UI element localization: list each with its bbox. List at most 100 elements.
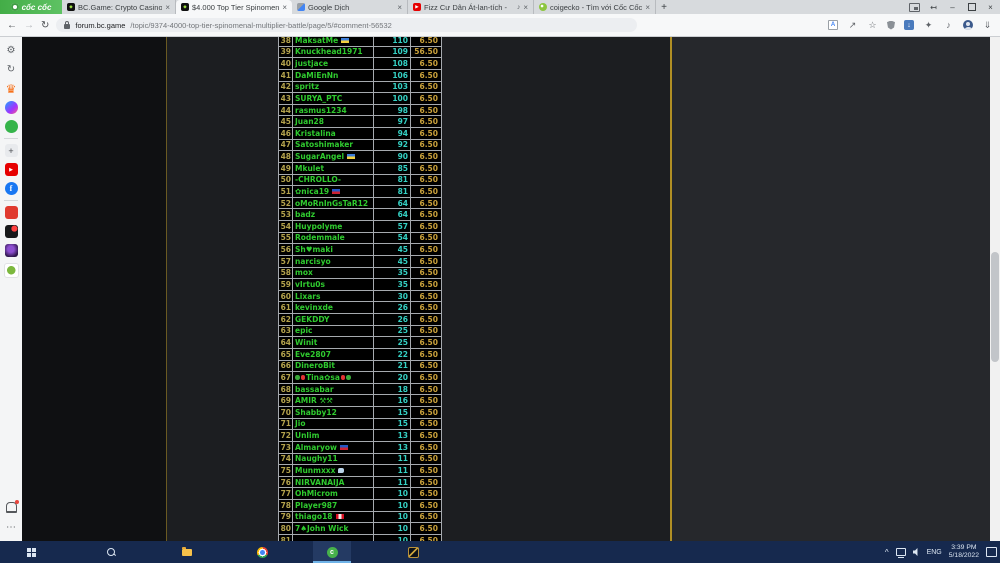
multiplier-cell: 6.50: [411, 244, 441, 255]
rank-cell: 45: [279, 116, 293, 127]
score-cell: 11: [374, 454, 411, 465]
rank-cell: 68: [279, 384, 293, 395]
adblock-shield-icon[interactable]: [887, 21, 895, 30]
table-row: 77OhMicrom106.50: [278, 488, 442, 500]
chrome-icon[interactable]: [243, 541, 281, 563]
crown-icon[interactable]: ♛: [5, 82, 18, 95]
share-icon[interactable]: ↗: [847, 20, 858, 31]
username-text: DineroBit: [295, 361, 335, 370]
extensions-icon[interactable]: ✦: [923, 20, 934, 31]
music-note-icon[interactable]: ♪: [943, 20, 954, 31]
tab-close-icon[interactable]: ×: [282, 3, 287, 12]
score-cell: 11: [374, 465, 411, 476]
multiplier-cell: 6.50: [411, 349, 441, 360]
tab-bcgame-home[interactable]: ◆ BC.Game: Crypto Casino Gam ×: [62, 0, 176, 14]
username-text: Shabby12: [295, 408, 337, 417]
network-icon[interactable]: [896, 548, 906, 556]
score-cell: 106: [374, 70, 411, 81]
app-purple-icon[interactable]: [5, 244, 18, 257]
pip-icon[interactable]: [905, 0, 924, 14]
rank-cell: 56: [279, 244, 293, 255]
username-cell: Winit: [293, 337, 374, 348]
settings-icon[interactable]: ⚙: [5, 44, 18, 57]
rank-cell: 73: [279, 442, 293, 453]
url-path: /topic/9374-4000-top-tier-spinomenal-mul…: [130, 21, 391, 30]
tab-youtube-fizz[interactable]: ▶ Fizz Cư Dân Át-lan-tích - ♪ ×: [408, 0, 534, 14]
games-icon[interactable]: [5, 120, 18, 133]
username-cell: Player987: [293, 500, 374, 511]
file-explorer-icon[interactable]: [168, 541, 206, 563]
history-icon[interactable]: ↻: [5, 63, 18, 76]
username-cell: MaksatMe: [293, 37, 374, 46]
tab-coingecko-search[interactable]: coigecko - Tìm với Cốc Cốc ×: [534, 0, 656, 14]
taskbar-search-icon[interactable]: [92, 541, 130, 563]
speaker-icon[interactable]: [913, 548, 920, 556]
reopen-tab-icon[interactable]: ↤: [924, 0, 943, 14]
action-center-icon[interactable]: [986, 547, 997, 557]
lol-icon[interactable]: [394, 541, 432, 563]
score-cell: 26: [374, 314, 411, 325]
facebook-icon[interactable]: f: [5, 182, 18, 195]
table-row: 56Sh♥maki456.50: [278, 244, 442, 256]
tab-close-icon[interactable]: ×: [645, 3, 650, 12]
address-bar[interactable]: forum.bc.game/topic/9374-4000-top-tier-s…: [56, 18, 637, 32]
back-button[interactable]: ←: [7, 20, 17, 31]
rank-cell: 63: [279, 326, 293, 337]
tab-close-icon[interactable]: ×: [523, 3, 528, 12]
username-text: Almaryow: [295, 443, 337, 452]
username-cell: NIRVANAIJA: [293, 477, 374, 488]
tab-close-icon[interactable]: ×: [165, 3, 170, 12]
username-text: epic: [295, 326, 312, 335]
scrollbar[interactable]: [990, 37, 1000, 541]
start-button[interactable]: [12, 541, 50, 563]
downloads-tray-icon[interactable]: ⇓: [982, 20, 993, 31]
bookmark-star-icon[interactable]: ☆: [867, 20, 878, 31]
username-cell: GEKDDY: [293, 314, 374, 325]
username-text: Knuckhead1971: [295, 47, 363, 56]
scrollbar-thumb[interactable]: [991, 252, 999, 362]
maximize-button[interactable]: [962, 0, 981, 14]
close-button[interactable]: ×: [981, 0, 1000, 14]
multiplier-cell: 6.50: [411, 256, 441, 267]
score-cell: 26: [374, 302, 411, 313]
multiplier-cell: 6.50: [411, 384, 441, 395]
table-row: 74Naughy11116.50: [278, 454, 442, 466]
username-cell: -CHROLLO-: [293, 175, 374, 186]
notifications-bell-icon[interactable]: [6, 502, 17, 513]
tab-google-translate[interactable]: Google Dịch ×: [292, 0, 408, 14]
multiplier-cell: 6.50: [411, 291, 441, 302]
youtube-favicon-icon: ▶: [413, 3, 421, 11]
table-row: 72Unlim136.50: [278, 430, 442, 442]
more-icon[interactable]: ⋯: [5, 521, 18, 534]
coccoc-logo[interactable]: cốc cốc: [0, 0, 62, 14]
tab-spinomenal-active[interactable]: ◆ $4.000 Top Tier Spinomenal ×: [176, 0, 292, 14]
table-row: 807♠John Wick106.50: [278, 523, 442, 535]
add-shortcut-icon[interactable]: +: [5, 144, 18, 157]
app-green-icon[interactable]: [4, 263, 19, 278]
score-cell: 110: [374, 37, 411, 46]
profile-avatar-icon[interactable]: [963, 20, 973, 30]
tab-label: coigecko - Tìm với Cốc Cốc: [550, 3, 642, 12]
tray-caret-icon[interactable]: ^: [885, 548, 889, 557]
youtube-icon[interactable]: ▶: [5, 163, 18, 176]
app-black-icon[interactable]: [5, 225, 18, 238]
messenger-icon[interactable]: [5, 101, 18, 114]
taskbar-clock[interactable]: 3:39 PM 5/18/2022: [949, 544, 979, 561]
clock-time: 3:39 PM: [949, 544, 979, 552]
coccoc-icon[interactable]: c: [313, 541, 351, 563]
app-red-icon[interactable]: [5, 206, 18, 219]
download-badge-icon[interactable]: ↓: [904, 20, 914, 30]
table-row: 41DaMiEnNn1066.50: [278, 70, 442, 82]
tab-audio-icon[interactable]: ♪: [517, 4, 521, 11]
minimize-button[interactable]: –: [943, 0, 962, 14]
tab-close-icon[interactable]: ×: [397, 3, 402, 12]
table-row: 54Huypolyme576.50: [278, 221, 442, 233]
language-indicator[interactable]: ENG: [927, 549, 942, 556]
score-cell: 16: [374, 395, 411, 406]
new-tab-button[interactable]: +: [656, 0, 672, 14]
taskbar-tray: ^ ENG 3:39 PM 5/18/2022: [885, 541, 997, 563]
toolbar-actions: A ↗ ☆ ↓ ✦ ♪ ⇓: [828, 20, 993, 31]
forward-button[interactable]: →: [24, 20, 34, 31]
reload-button[interactable]: ↻: [41, 20, 49, 31]
translate-icon[interactable]: A: [828, 20, 838, 30]
